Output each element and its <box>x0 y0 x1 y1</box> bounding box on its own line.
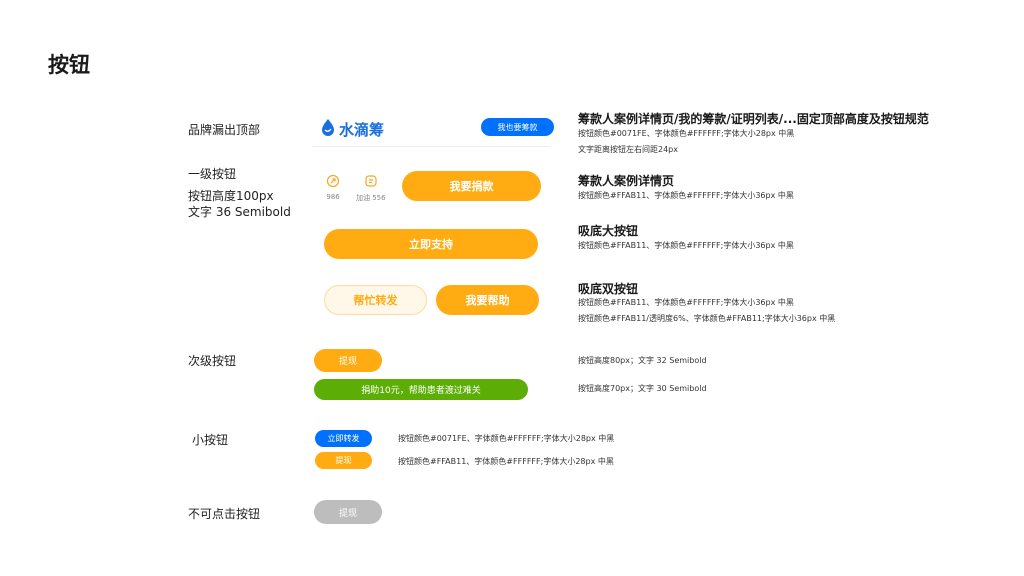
label-primary-height: 按钮高度100px <box>188 189 274 203</box>
cheer-action[interactable]: 加油 556 <box>356 174 386 203</box>
label-primary-font: 文字 36 Semibold <box>188 205 291 219</box>
support-button[interactable]: 立即支持 <box>324 229 538 259</box>
desc-secondary-spec1: 按钮高度80px；文字 32 Semibold <box>578 356 707 365</box>
withdraw-button[interactable]: 提现 <box>314 349 382 372</box>
label-brand-top: 品牌漏出顶部 <box>188 123 261 137</box>
desc-secondary-spec2: 按钮高度70px；文字 30 Semibold <box>578 384 707 393</box>
desc-bottom-big-spec: 按钮颜色#FFAB11、字体颜色#FFFFFF;字体大小36px 中黑 <box>578 241 794 250</box>
donate-green-button[interactable]: 捐助10元，帮助患者渡过难关 <box>314 379 528 400</box>
label-small: 小按钮 <box>192 433 229 447</box>
label-disabled: 不可点击按钮 <box>188 507 261 521</box>
desc-bottom-double-title: 吸底双按钮 <box>578 282 639 296</box>
support-small-button[interactable]: 立即转发 <box>315 430 372 447</box>
desc-brand-spec1: 按钮颜色#0071FE、字体颜色#FFFFFF;字体大小28px 中黑 <box>578 129 795 138</box>
brand-top-bar: 水滴筹 我也要筹款 <box>312 112 554 147</box>
desc-small-spec1: 按钮颜色#0071FE、字体颜色#FFFFFF;字体大小28px 中黑 <box>398 434 615 443</box>
brand-name: 水滴筹 <box>339 120 385 139</box>
forward-button[interactable]: 帮忙转发 <box>324 285 427 315</box>
desc-bottom-big-title: 吸底大按钮 <box>578 224 639 238</box>
donate-button[interactable]: 我要捐款 <box>402 171 541 201</box>
fundraise-cta-button[interactable]: 我也要筹款 <box>481 118 554 136</box>
water-drop-icon <box>320 118 336 140</box>
label-primary: 一级按钮 <box>188 167 237 181</box>
brand-logo: 水滴筹 <box>320 118 384 140</box>
share-icon <box>326 174 340 190</box>
share-action[interactable]: 986 <box>326 174 340 201</box>
label-secondary: 次级按钮 <box>188 354 237 368</box>
cheer-icon <box>364 174 378 190</box>
cheer-label: 加油 556 <box>356 194 386 202</box>
withdraw-disabled-button: 提现 <box>314 500 382 524</box>
page-title: 按钮 <box>48 53 90 77</box>
desc-case-spec: 按钮颜色#FFAB11、字体颜色#FFFFFF;字体大小36px 中黑 <box>578 191 794 200</box>
help-button[interactable]: 我要帮助 <box>436 285 539 315</box>
desc-brand-title: 筹款人案例详情页/我的筹款/证明列表/...固定顶部高度及按钮规范 <box>578 112 929 126</box>
desc-bottom-double-spec2: 按钮颜色#FFAB11/透明度6%、字体颜色#FFAB11;字体大小36px 中… <box>578 314 836 323</box>
desc-small-spec2: 按钮颜色#FFAB11、字体颜色#FFFFFF;字体大小28px 中黑 <box>398 457 614 466</box>
desc-brand-spec2: 文字距离按钮左右间距24px <box>578 145 678 154</box>
share-count: 986 <box>326 193 340 201</box>
desc-case-title: 筹款人案例详情页 <box>578 174 675 188</box>
withdraw-small-button[interactable]: 提现 <box>315 452 372 469</box>
desc-bottom-double-spec1: 按钮颜色#FFAB11、字体颜色#FFFFFF;字体大小36px 中黑 <box>578 298 794 307</box>
